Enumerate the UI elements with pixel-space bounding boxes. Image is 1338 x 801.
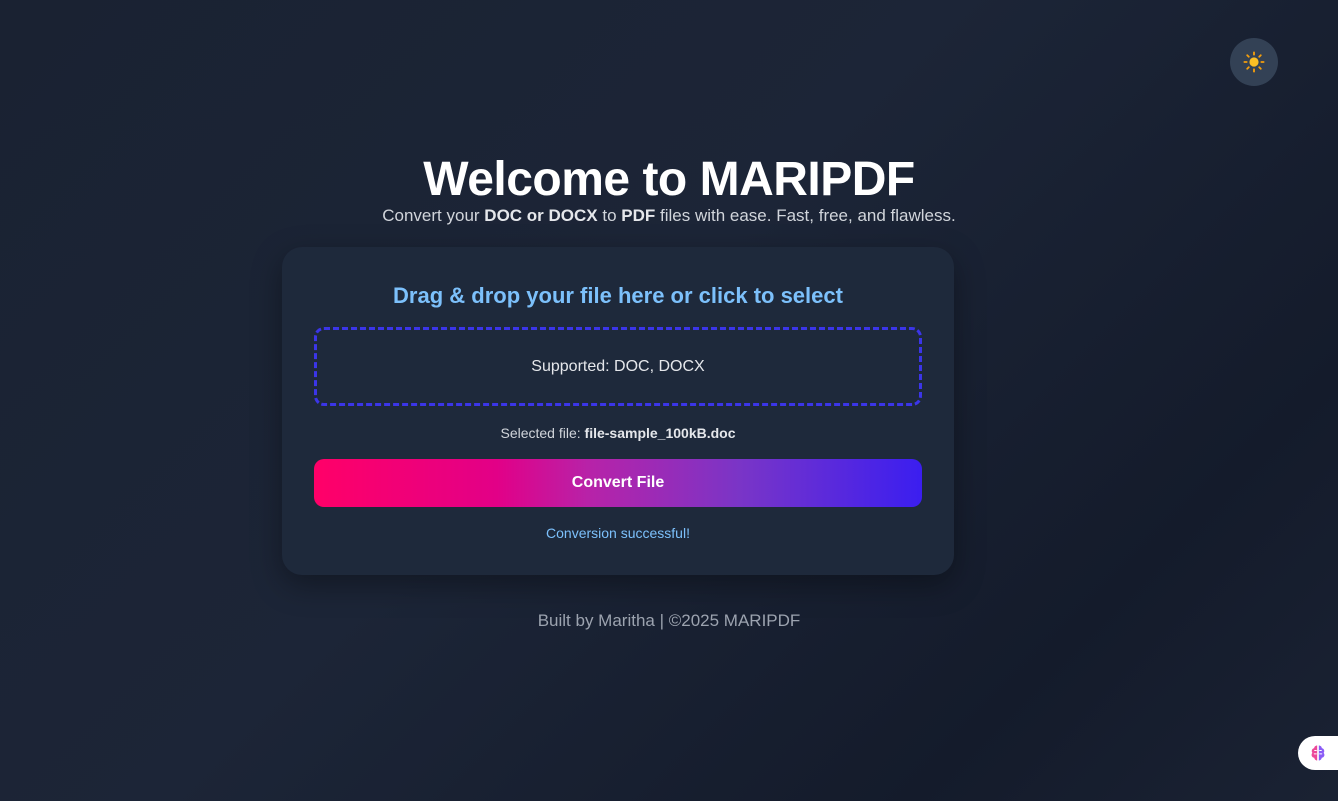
file-dropzone[interactable]: Supported: DOC, DOCX	[314, 327, 922, 406]
theme-toggle-button[interactable]	[1230, 38, 1278, 86]
dropzone-heading[interactable]: Drag & drop your file here or click to s…	[282, 283, 954, 309]
conversion-status: Conversion successful!	[546, 525, 690, 541]
page-title: Welcome to MARIPDF	[423, 153, 915, 206]
convert-file-button[interactable]: Convert File	[314, 459, 922, 507]
subtitle-prefix: Convert your	[382, 206, 485, 225]
brain-icon	[1311, 745, 1325, 761]
sun-icon	[1243, 51, 1265, 73]
subtitle-formats: DOC or DOCX	[484, 206, 598, 225]
subtitle-target: PDF	[621, 206, 656, 225]
page-subtitle: Convert your DOC or DOCX to PDF files wi…	[0, 206, 1338, 226]
selected-file-info: Selected file: file-sample_100kB.doc	[282, 425, 954, 441]
footer-credit: Built by Maritha | ©2025 MARIPDF	[537, 611, 801, 630]
selected-file-name: file-sample_100kB.doc	[584, 425, 736, 441]
subtitle-suffix: files with ease. Fast, free, and flawles…	[655, 206, 956, 225]
upload-card: Drag & drop your file here or click to s…	[282, 247, 954, 575]
subtitle-middle: to	[597, 206, 622, 225]
selected-file-label: Selected file:	[500, 425, 585, 441]
floating-assistant-button[interactable]	[1298, 736, 1338, 770]
supported-formats-label: Supported: DOC, DOCX	[531, 357, 705, 375]
